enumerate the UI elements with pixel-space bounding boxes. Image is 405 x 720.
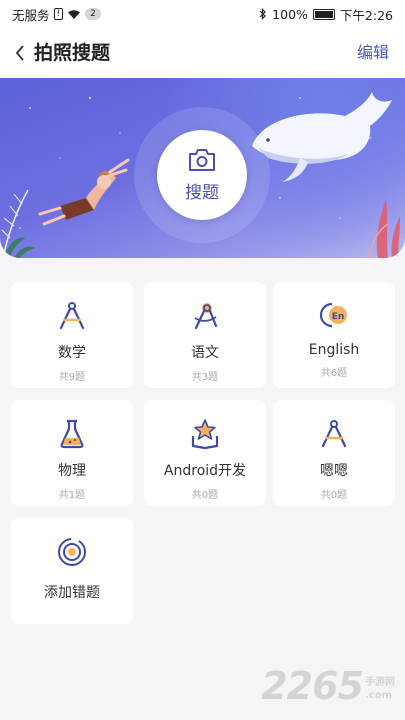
photo-search-button[interactable]: 搜题 — [157, 130, 247, 220]
svg-text:En: En — [332, 312, 345, 322]
page-title: 拍照搜题 — [34, 42, 111, 64]
carrier-label: 无服务 — [12, 7, 50, 23]
photo-search-banner: 搜题 — [0, 78, 405, 258]
subject-name: English — [308, 342, 360, 358]
watermark-cn: 手游网 — [365, 677, 395, 688]
add-wrong-question-card[interactable]: 添加错题 — [11, 518, 133, 624]
subject-count: 共0题 — [191, 490, 219, 501]
subject-count: 共9题 — [58, 372, 86, 383]
subject-card-physics[interactable]: 物理 共1题 — [11, 400, 133, 506]
subject-count: 共3题 — [191, 372, 219, 383]
subject-name: 嗯嗯 — [320, 463, 348, 479]
coral-right-illustration — [376, 198, 400, 258]
girl-illustration — [38, 158, 130, 226]
star-book-icon — [189, 418, 221, 450]
bluetooth-icon — [259, 8, 267, 20]
target-icon — [56, 536, 88, 568]
site-watermark: 2265 手游网 .com — [261, 664, 395, 708]
camera-icon — [189, 148, 215, 171]
clock: 下午2:26 — [339, 7, 393, 23]
watermark-domain: .com — [365, 690, 393, 701]
app-header: 拍照搜题 编辑 — [0, 28, 405, 78]
subject-card-chinese[interactable]: 语文 共3题 — [144, 282, 266, 388]
watermark-number: 2265 — [261, 664, 364, 708]
whale-illustration — [252, 92, 392, 182]
compass-icon — [56, 300, 88, 332]
subject-count: 共0题 — [320, 490, 348, 501]
search-label: 搜题 — [185, 182, 219, 203]
wifi-badge: 2 — [85, 8, 101, 20]
battery-icon — [312, 8, 335, 20]
subject-card-enen[interactable]: 嗯嗯 共0题 — [273, 400, 395, 506]
subject-card-android[interactable]: Android开发 共0题 — [144, 400, 266, 506]
wifi-icon — [68, 9, 81, 19]
subject-card-english[interactable]: En English 共6题 — [273, 282, 395, 388]
battery-percent: 100% — [272, 6, 308, 22]
sim-alert-icon: ! — [53, 8, 64, 20]
compass-icon — [318, 418, 350, 450]
english-bubble-icon: En — [318, 300, 350, 332]
subject-name: 数学 — [58, 345, 86, 361]
add-card-label: 添加错题 — [44, 585, 100, 601]
subject-count: 共1题 — [58, 490, 86, 501]
flask-icon — [56, 418, 88, 450]
back-icon[interactable] — [12, 41, 28, 65]
status-bar: 无服务 ! 2 100% 下午2:26 — [0, 0, 405, 28]
subject-name: Android开发 — [163, 463, 247, 479]
subject-card-math[interactable]: 数学 共9题 — [11, 282, 133, 388]
subject-name: 物理 — [58, 463, 86, 479]
compass-drafting-icon — [189, 300, 221, 332]
subject-name: 语文 — [191, 345, 219, 361]
edit-button[interactable]: 编辑 — [357, 28, 389, 78]
subject-count: 共6题 — [320, 368, 348, 379]
